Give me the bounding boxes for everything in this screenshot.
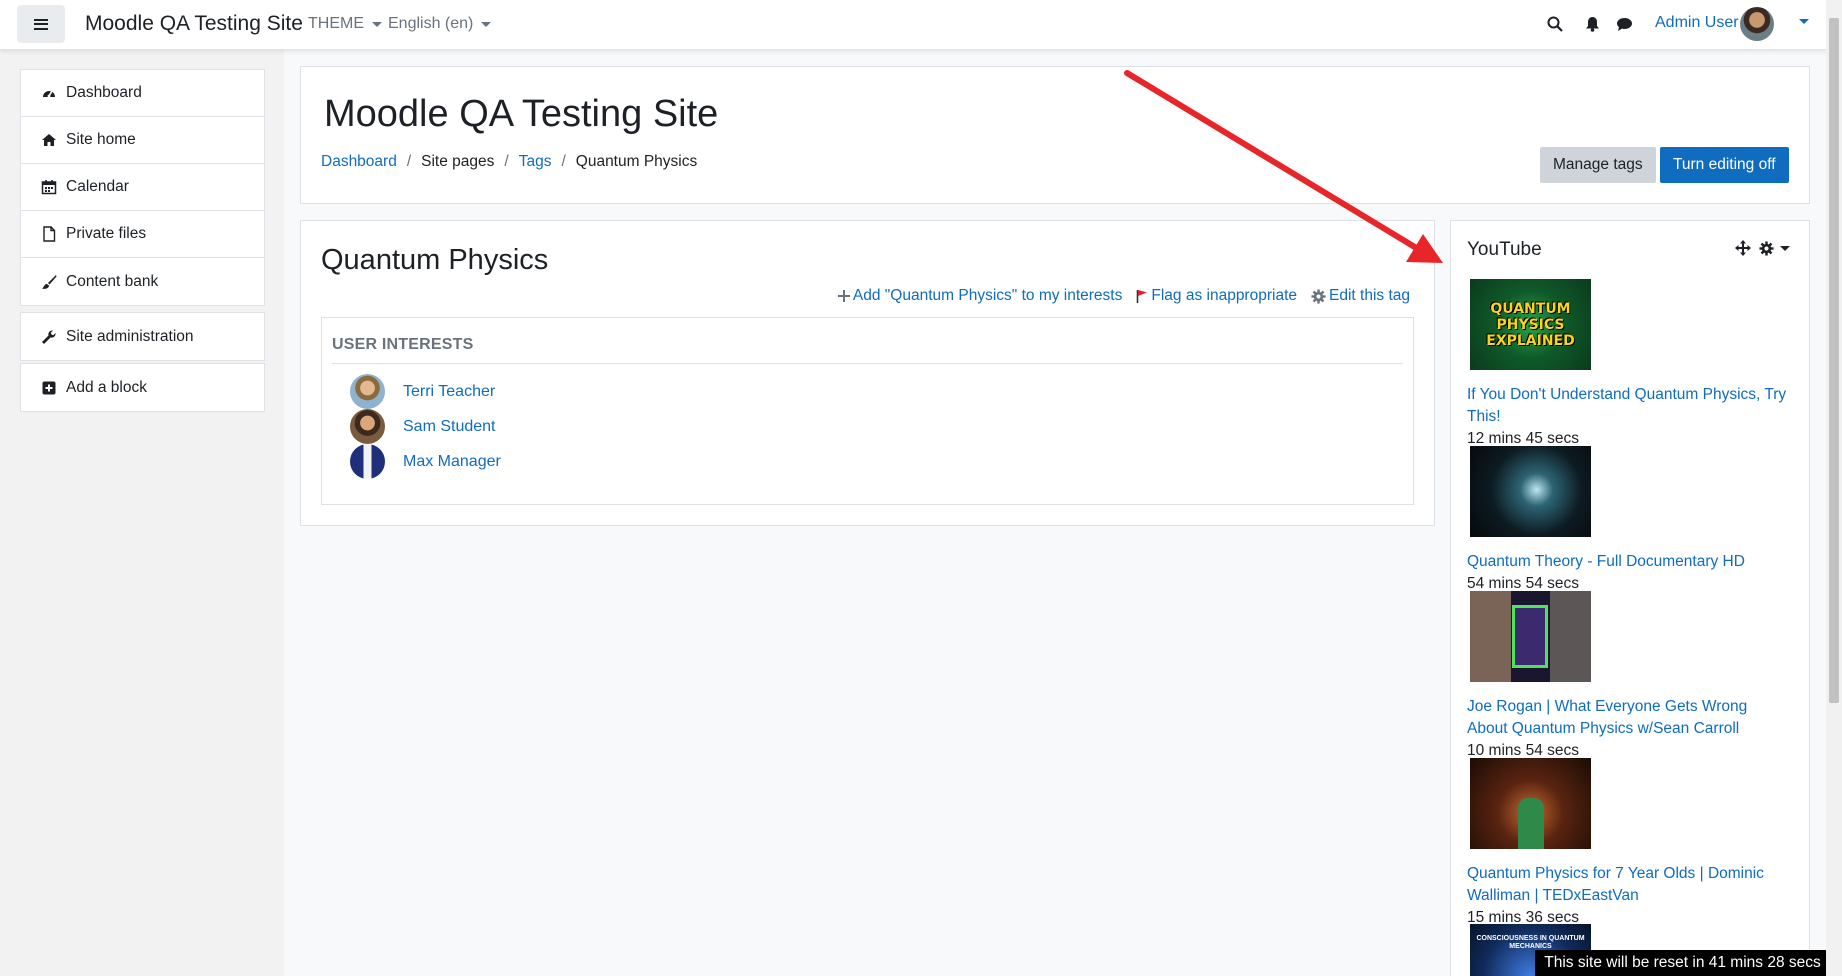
chat-icon[interactable] bbox=[1614, 14, 1634, 34]
video-item: QUANTUM PHYSICS EXPLAINED If You Don't U… bbox=[1467, 279, 1787, 450]
nav-item-calendar[interactable]: Calendar bbox=[21, 164, 264, 211]
flag-icon bbox=[1137, 290, 1148, 303]
gear-icon bbox=[1311, 288, 1326, 304]
nav-main-group: Dashboard Site home Calendar Private fil… bbox=[20, 69, 265, 306]
nav-item-dashboard[interactable]: Dashboard bbox=[21, 70, 264, 117]
plus-icon bbox=[837, 290, 850, 302]
user-interests-panel: USER INTERESTS Terri Teacher Sam Student… bbox=[321, 317, 1414, 505]
theme-menu-label: THEME bbox=[308, 15, 364, 32]
language-menu[interactable]: English (en) bbox=[388, 15, 492, 33]
video-title-link[interactable]: Joe Rogan | What Everyone Gets Wrong Abo… bbox=[1467, 696, 1787, 740]
nav-item-label: Content bank bbox=[66, 272, 159, 290]
theme-menu[interactable]: THEME bbox=[308, 15, 382, 33]
nav-item-content-bank[interactable]: Content bank bbox=[21, 258, 264, 305]
search-icon[interactable] bbox=[1545, 14, 1565, 34]
page-scrollbar[interactable] bbox=[1826, 0, 1842, 976]
video-title-link[interactable]: If You Don't Understand Quantum Physics,… bbox=[1467, 384, 1787, 428]
nav-item-label: Site home bbox=[66, 131, 136, 148]
thumbnail-caption: CONSCIOUSNESS IN QUANTUM MECHANICS bbox=[1476, 935, 1585, 950]
breadcrumb-dashboard[interactable]: Dashboard bbox=[321, 153, 397, 171]
tag-actions: Add "Quantum Physics" to my interests Fl… bbox=[824, 287, 1410, 305]
youtube-block-title: YouTube bbox=[1467, 239, 1542, 260]
site-reset-notice: This site will be reset in 41 mins 28 se… bbox=[1535, 950, 1830, 976]
nav-block-group: Add a block bbox=[20, 363, 265, 412]
video-item: Quantum Theory - Full Documentary HD 54 … bbox=[1467, 446, 1787, 595]
video-thumbnail[interactable] bbox=[1470, 446, 1591, 537]
user-link-terri-teacher[interactable]: Terri Teacher bbox=[403, 383, 495, 401]
nav-item-add-block[interactable]: Add a block bbox=[21, 364, 264, 411]
nav-drawer: Dashboard Site home Calendar Private fil… bbox=[0, 50, 284, 976]
brush-icon bbox=[42, 274, 57, 289]
breadcrumb-separator: / bbox=[504, 153, 509, 170]
breadcrumb: Dashboard / Site pages / Tags / Quantum … bbox=[321, 153, 697, 171]
edit-tag-link[interactable]: Edit this tag bbox=[1311, 287, 1410, 305]
video-item: Joe Rogan | What Everyone Gets Wrong Abo… bbox=[1467, 591, 1787, 762]
nav-item-label: Private files bbox=[66, 225, 147, 242]
user-row[interactable]: Sam Student bbox=[350, 409, 496, 444]
site-brand[interactable]: Moodle QA Testing Site bbox=[85, 12, 303, 36]
avatar[interactable] bbox=[350, 444, 385, 479]
tag-name-heading: Quantum Physics bbox=[321, 244, 549, 276]
language-menu-label: English (en) bbox=[388, 15, 474, 32]
video-title-link[interactable]: Quantum Theory - Full Documentary HD bbox=[1467, 551, 1787, 573]
nav-item-label: Dashboard bbox=[66, 84, 142, 101]
caret-down-icon bbox=[481, 21, 492, 27]
home-icon bbox=[42, 134, 56, 146]
caret-down-icon[interactable] bbox=[1780, 245, 1790, 251]
flag-inappropriate-label: Flag as inappropriate bbox=[1151, 287, 1297, 304]
user-row[interactable]: Terri Teacher bbox=[350, 374, 495, 409]
avatar[interactable] bbox=[350, 409, 385, 444]
breadcrumb-tags[interactable]: Tags bbox=[519, 153, 552, 171]
wrench-icon bbox=[42, 329, 56, 344]
nav-item-label: Add a block bbox=[66, 378, 147, 396]
nav-item-site-home[interactable]: Site home bbox=[21, 117, 264, 164]
video-thumbnail[interactable] bbox=[1470, 758, 1591, 849]
nav-item-private-files[interactable]: Private files bbox=[21, 211, 264, 258]
breadcrumb-separator: / bbox=[406, 153, 412, 170]
thumbnail-figure bbox=[1518, 798, 1544, 849]
nav-item-label: Site administration bbox=[66, 327, 194, 345]
gear-icon[interactable] bbox=[1759, 240, 1774, 256]
flag-inappropriate-link[interactable]: Flag as inappropriate bbox=[1136, 287, 1297, 305]
user-row[interactable]: Max Manager bbox=[350, 444, 501, 479]
nav-item-site-administration[interactable]: Site administration bbox=[21, 313, 264, 360]
user-link-sam-student[interactable]: Sam Student bbox=[403, 418, 496, 436]
breadcrumb-separator: / bbox=[561, 153, 566, 170]
block-controls bbox=[1735, 240, 1790, 256]
turn-editing-off-button[interactable]: Turn editing off bbox=[1660, 147, 1789, 183]
video-thumbnail[interactable]: QUANTUM PHYSICS EXPLAINED bbox=[1470, 279, 1591, 370]
caret-down-icon bbox=[372, 21, 382, 27]
bell-icon[interactable] bbox=[1582, 14, 1602, 34]
video-item: Quantum Physics for 7 Year Olds | Domini… bbox=[1467, 758, 1787, 929]
dashboard-icon bbox=[43, 90, 55, 98]
page-title: Moodle QA Testing Site bbox=[324, 93, 719, 135]
user-menu-name[interactable]: Admin User bbox=[1655, 14, 1739, 32]
plus-square-icon bbox=[42, 381, 56, 394]
add-to-interests-link[interactable]: Add "Quantum Physics" to my interests bbox=[837, 287, 1123, 305]
thumbnail-caption: QUANTUM PHYSICS EXPLAINED bbox=[1486, 300, 1575, 349]
hamburger-icon bbox=[34, 18, 48, 30]
user-link-max-manager[interactable]: Max Manager bbox=[403, 453, 501, 471]
scrollbar-thumb[interactable] bbox=[1829, 18, 1839, 703]
manage-tags-button[interactable]: Manage tags bbox=[1540, 147, 1656, 183]
top-navbar: Moodle QA Testing Site THEME English (en… bbox=[0, 0, 1842, 50]
edit-tag-label: Edit this tag bbox=[1329, 287, 1410, 304]
calendar-icon bbox=[41, 180, 57, 195]
breadcrumb-site-pages: Site pages bbox=[421, 153, 495, 170]
thumbnail-frame bbox=[1512, 605, 1548, 668]
drawer-toggle-button[interactable] bbox=[17, 5, 65, 43]
add-to-interests-label: Add "Quantum Physics" to my interests bbox=[852, 287, 1123, 304]
nav-item-label: Calendar bbox=[66, 178, 129, 195]
move-icon[interactable] bbox=[1735, 240, 1751, 256]
avatar[interactable] bbox=[350, 374, 385, 409]
video-thumbnail[interactable] bbox=[1470, 591, 1591, 682]
user-avatar[interactable] bbox=[1740, 7, 1774, 41]
breadcrumb-current: Quantum Physics bbox=[575, 153, 698, 170]
video-title-link[interactable]: Quantum Physics for 7 Year Olds | Domini… bbox=[1467, 863, 1787, 907]
file-icon bbox=[43, 226, 56, 242]
user-menu-caret-icon[interactable] bbox=[1799, 19, 1809, 24]
nav-admin-group: Site administration bbox=[20, 312, 265, 361]
divider bbox=[332, 363, 1403, 364]
user-interests-heading: USER INTERESTS bbox=[332, 336, 474, 353]
